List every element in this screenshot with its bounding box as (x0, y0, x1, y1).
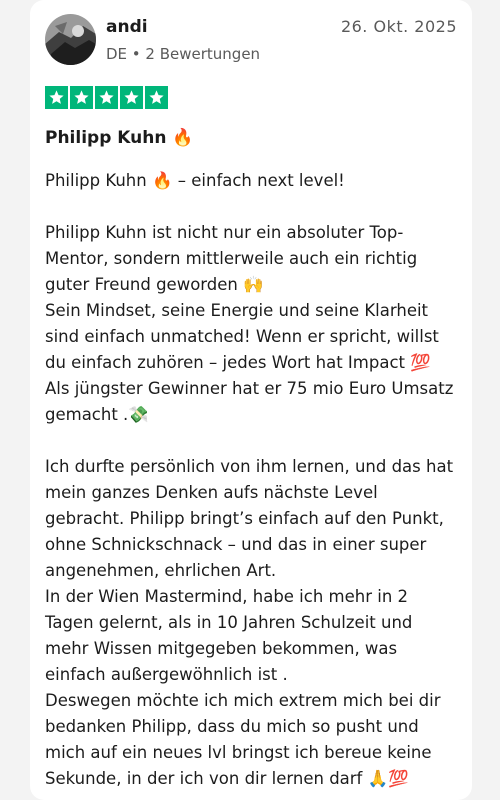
username[interactable]: andi (106, 17, 260, 37)
star-icon (95, 86, 118, 109)
review-date: 26. Okt. 2025 (340, 17, 457, 36)
user-info: andi DE • 2 Bewertungen (106, 14, 260, 64)
star-icon (70, 86, 93, 109)
review-header: andi DE • 2 Bewertungen 26. Okt. 2025 (45, 14, 457, 70)
star-icon (120, 86, 143, 109)
avatar[interactable] (45, 14, 96, 65)
star-icon (145, 86, 168, 109)
star-icon (45, 86, 68, 109)
review-body: Philipp Kuhn 🔥 – einfach next level! Phi… (45, 171, 454, 788)
review-card: andi DE • 2 Bewertungen 26. Okt. 2025 Ph… (30, 0, 472, 800)
user-meta: DE • 2 Bewertungen (106, 45, 261, 63)
review-title: Philipp Kuhn 🔥 (45, 128, 194, 148)
star-rating (45, 86, 457, 110)
avatar-image (45, 14, 96, 65)
